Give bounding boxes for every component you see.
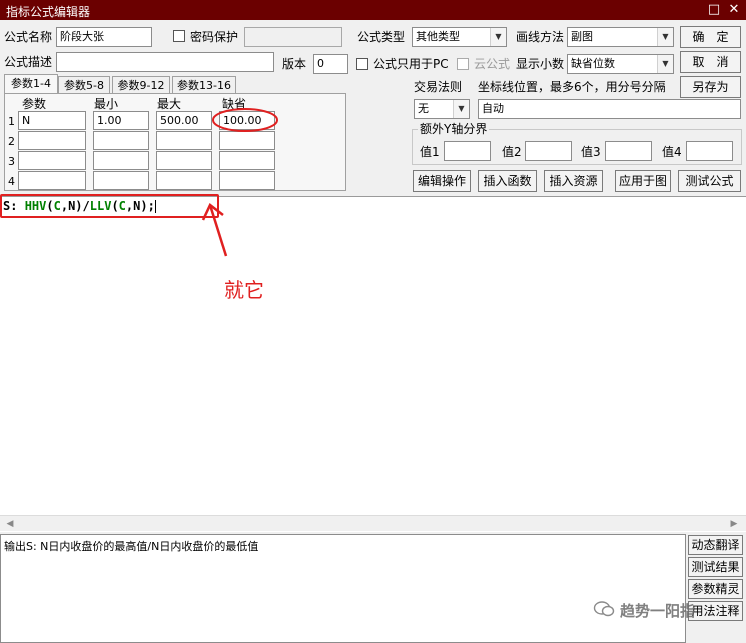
tab-params-9-12[interactable]: 参数9-12 bbox=[112, 76, 170, 93]
coord-line-input[interactable]: 自动 bbox=[478, 99, 741, 119]
watermark-text: 趋势一阳指 bbox=[620, 602, 696, 620]
pc-only-checkbox[interactable] bbox=[356, 58, 368, 70]
maximize-icon[interactable]: □ bbox=[706, 2, 722, 18]
param-min-input[interactable] bbox=[93, 171, 149, 190]
trade-rule-value: 无 bbox=[418, 102, 429, 115]
param-name-input[interactable] bbox=[18, 131, 86, 150]
param-default-input[interactable] bbox=[219, 151, 275, 170]
param-min-input[interactable] bbox=[93, 131, 149, 150]
insert-resource-button[interactable]: 插入资源 bbox=[544, 170, 603, 192]
dynamic-translate-button[interactable]: 动态翻译 bbox=[688, 535, 743, 555]
param-name-input[interactable] bbox=[18, 171, 86, 190]
chevron-down-icon: ▼ bbox=[490, 28, 506, 46]
tab-params-1-4[interactable]: 参数1-4 bbox=[4, 74, 58, 93]
annotation-box bbox=[0, 194, 219, 218]
title-bar: 指标公式编辑器 □ ✕ bbox=[0, 0, 746, 20]
param-row-index: 2 bbox=[8, 135, 15, 148]
cloud-formula-checkbox[interactable] bbox=[457, 58, 469, 70]
value2-input[interactable] bbox=[525, 141, 572, 161]
password-label: 密码保护 bbox=[190, 30, 239, 44]
save-as-button[interactable]: 另存为 bbox=[680, 76, 741, 98]
draw-method-label: 画线方法 bbox=[516, 30, 565, 44]
confirm-button[interactable]: 确 定 bbox=[680, 26, 741, 48]
output-panel: 输出S: N日内收盘价的最高值/N日内收盘价的最低值 bbox=[0, 534, 686, 643]
formula-name-input[interactable]: 阶段大张 bbox=[56, 27, 152, 47]
formula-name-label: 公式名称 bbox=[4, 30, 53, 44]
param-max-input[interactable] bbox=[156, 151, 212, 170]
password-checkbox[interactable] bbox=[173, 30, 185, 42]
formula-editor[interactable] bbox=[0, 196, 746, 532]
value1-input[interactable] bbox=[444, 141, 491, 161]
chevron-down-icon: ▼ bbox=[657, 55, 673, 73]
formula-type-label: 公式类型 bbox=[357, 30, 406, 44]
trade-rule-label: 交易法则 bbox=[414, 80, 463, 94]
cloud-formula-label: 云公式 bbox=[474, 57, 511, 71]
param-min-header: 最小 bbox=[94, 97, 119, 111]
value2-label: 值2 bbox=[502, 145, 522, 159]
value3-label: 值3 bbox=[581, 145, 601, 159]
close-icon[interactable]: ✕ bbox=[726, 2, 742, 18]
editor-hscrollbar[interactable]: ◀ ▶ bbox=[0, 515, 746, 531]
tab-params-5-8[interactable]: 参数5-8 bbox=[58, 76, 110, 93]
param-row-index: 1 bbox=[8, 115, 15, 128]
test-result-button[interactable]: 测试结果 bbox=[688, 557, 743, 577]
test-formula-button[interactable]: 测试公式 bbox=[678, 170, 741, 192]
param-max-input[interactable] bbox=[156, 171, 212, 190]
formula-desc-input[interactable] bbox=[56, 52, 274, 72]
param-min-input[interactable]: 1.00 bbox=[93, 111, 149, 130]
chevron-down-icon: ▼ bbox=[453, 100, 469, 118]
coord-line-label: 坐标线位置，最多6个，用分号分隔 bbox=[478, 80, 666, 94]
highlight-ellipse bbox=[212, 108, 278, 132]
param-max-input[interactable] bbox=[156, 131, 212, 150]
value4-label: 值4 bbox=[662, 145, 682, 159]
param-name-input[interactable]: N bbox=[18, 111, 86, 130]
param-name-header: 参数 bbox=[22, 97, 47, 111]
value1-label: 值1 bbox=[420, 145, 440, 159]
scroll-left-icon[interactable]: ◀ bbox=[2, 517, 18, 531]
window-title: 指标公式编辑器 bbox=[6, 5, 91, 19]
param-max-input[interactable]: 500.00 bbox=[156, 111, 212, 130]
value3-input[interactable] bbox=[605, 141, 652, 161]
edit-operations-button[interactable]: 编辑操作 bbox=[413, 170, 471, 192]
param-max-header: 最大 bbox=[157, 97, 182, 111]
formula-desc-label: 公式描述 bbox=[4, 55, 53, 69]
annotation-arrow-icon bbox=[201, 203, 228, 257]
version-input[interactable]: 0 bbox=[313, 54, 348, 74]
password-input[interactable] bbox=[244, 27, 342, 47]
usage-notes-button[interactable]: 用法注释 bbox=[688, 601, 743, 621]
draw-method-value: 副图 bbox=[571, 30, 593, 43]
output-text: 输出S: N日内收盘价的最高值/N日内收盘价的最低值 bbox=[4, 540, 259, 553]
decimals-label: 显示小数 bbox=[516, 57, 565, 71]
formula-type-value: 其他类型 bbox=[416, 30, 460, 43]
version-label: 版本 bbox=[282, 57, 307, 71]
param-wizard-button[interactable]: 参数精灵 bbox=[688, 579, 743, 599]
wechat-icon bbox=[593, 600, 615, 618]
draw-method-select[interactable]: 副图 ▼ bbox=[567, 27, 674, 47]
annotation-text: 就它 bbox=[224, 278, 264, 302]
pc-only-label: 公式只用于PC bbox=[373, 57, 449, 71]
trade-rule-select[interactable]: 无 ▼ bbox=[414, 99, 470, 119]
cancel-button[interactable]: 取 消 bbox=[680, 51, 741, 73]
scroll-right-icon[interactable]: ▶ bbox=[726, 517, 742, 531]
param-row-index: 4 bbox=[8, 175, 15, 188]
param-min-input[interactable] bbox=[93, 151, 149, 170]
insert-function-button[interactable]: 插入函数 bbox=[478, 170, 537, 192]
chevron-down-icon: ▼ bbox=[657, 28, 673, 46]
decimals-value: 缺省位数 bbox=[571, 57, 615, 70]
formula-type-select[interactable]: 其他类型 ▼ bbox=[412, 27, 507, 47]
decimals-select[interactable]: 缺省位数 ▼ bbox=[567, 54, 674, 74]
apply-to-chart-button[interactable]: 应用于图 bbox=[615, 170, 671, 192]
param-row-index: 3 bbox=[8, 155, 15, 168]
value4-input[interactable] bbox=[686, 141, 733, 161]
param-default-input[interactable] bbox=[219, 171, 275, 190]
extra-y-axis-label: 额外Y轴分界 bbox=[418, 122, 490, 136]
tab-params-13-16[interactable]: 参数13-16 bbox=[172, 76, 236, 93]
param-name-input[interactable] bbox=[18, 151, 86, 170]
